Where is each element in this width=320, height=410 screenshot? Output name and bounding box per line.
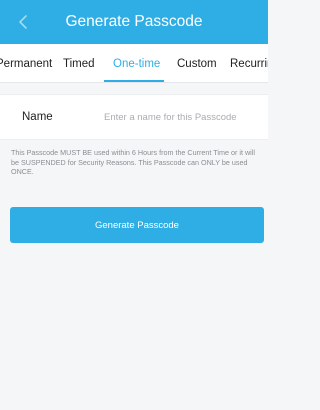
app-header: Generate Passcode (0, 0, 268, 44)
chevron-left-icon (19, 15, 27, 29)
tab-permanent[interactable]: Permanent (0, 44, 52, 82)
tab-custom[interactable]: Custom (177, 44, 217, 82)
tab-timed[interactable]: Timed (63, 44, 95, 82)
back-button[interactable] (8, 7, 38, 37)
passcode-type-tabs: Permanent Timed One-time Custom Recurrin… (0, 44, 268, 83)
active-tab-indicator (104, 80, 164, 82)
generate-passcode-button[interactable]: Generate Passcode (10, 207, 264, 243)
name-input[interactable] (96, 105, 268, 129)
name-field-row: Name (0, 94, 268, 140)
page-title: Generate Passcode (65, 13, 203, 30)
tab-one-time[interactable]: One-time (113, 44, 160, 82)
tab-recurring[interactable]: Recurring (230, 44, 268, 82)
name-label: Name (22, 111, 53, 123)
usage-notice: This Passcode MUST BE used within 6 Hour… (11, 148, 255, 176)
